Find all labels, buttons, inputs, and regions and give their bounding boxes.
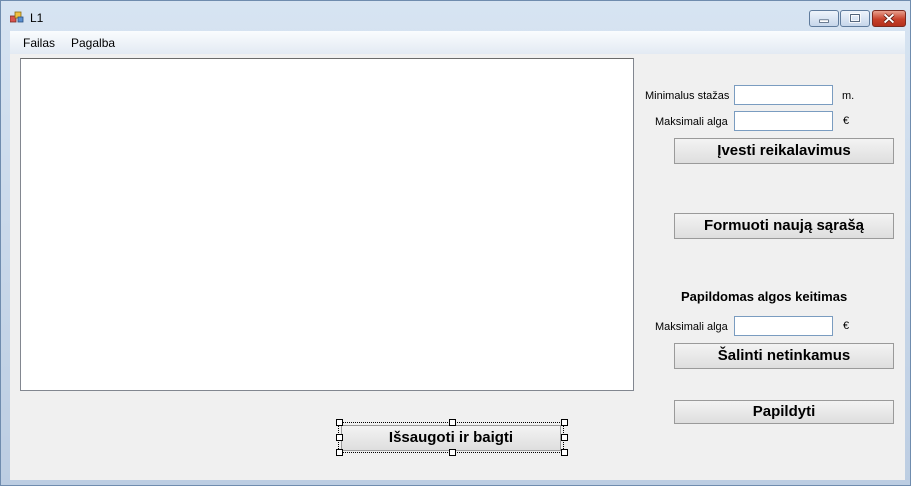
salary-change-max-unit: € [843,320,850,332]
enter-requirements-button[interactable]: Įvesti reikalavimus [674,138,894,164]
menu-pagalba[interactable]: Pagalba [71,36,115,50]
resize-handle[interactable] [336,434,343,441]
max-salary-label: Maksimali alga [655,116,728,128]
resize-handle[interactable] [449,419,456,426]
app-window: L1 Failas Pagalba Minimalus stažas m. Ma… [0,0,911,486]
resize-handle[interactable] [561,419,568,426]
maximize-icon [849,13,861,23]
min-experience-label: Minimalus stažas [645,90,730,102]
client-area: Failas Pagalba Minimalus stažas m. Maksi… [10,31,905,480]
salary-change-max-label: Maksimali alga [655,321,728,333]
maximize-button[interactable] [840,10,870,27]
max-salary-unit: € [843,115,850,127]
minimize-icon [819,19,829,23]
max-salary-input[interactable] [734,111,833,131]
app-icon [10,11,24,23]
minimize-button[interactable] [809,10,839,27]
salary-change-heading: Papildomas algos keitimas [681,289,848,304]
menu-failas[interactable]: Failas [23,36,55,50]
resize-handle[interactable] [336,449,343,456]
form-new-list-button[interactable]: Formuoti naują sąrašą [674,213,894,239]
menu-bar: Failas Pagalba [10,31,905,54]
salary-change-max-input[interactable] [734,316,833,336]
title-bar[interactable]: L1 [1,1,910,31]
min-experience-input[interactable] [734,85,833,105]
resize-handle[interactable] [561,434,568,441]
min-experience-unit: m. [842,90,855,102]
resize-handle[interactable] [336,419,343,426]
close-icon [883,13,895,24]
supplement-button[interactable]: Papildyti [674,400,894,424]
resize-handle[interactable] [449,449,456,456]
results-list[interactable] [20,58,634,391]
window-title: L1 [30,11,44,25]
remove-unsuitable-button[interactable]: Šalinti netinkamus [674,343,894,369]
close-button[interactable] [872,10,906,27]
resize-handle[interactable] [561,449,568,456]
